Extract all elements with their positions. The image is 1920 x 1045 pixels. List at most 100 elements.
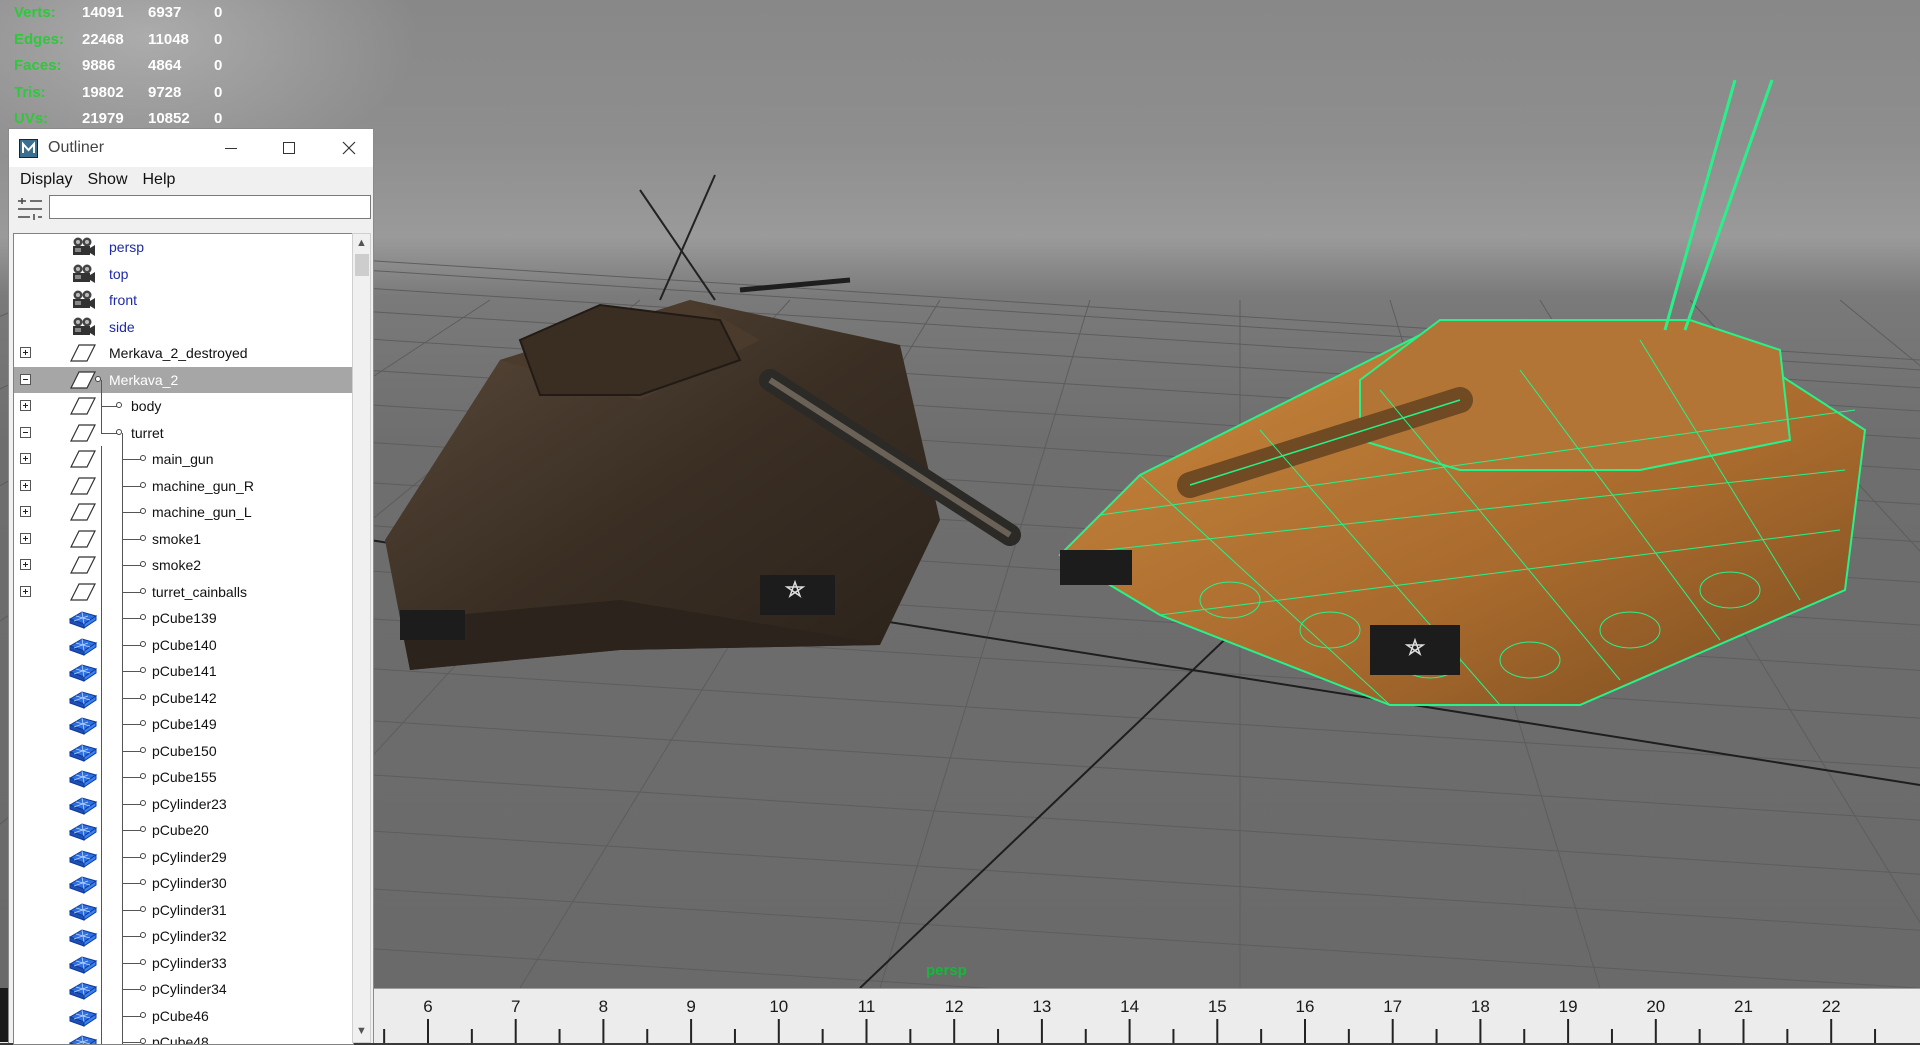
filter-options-icon[interactable] xyxy=(16,196,44,222)
joint-dot xyxy=(140,905,146,912)
outliner-node-row[interactable]: pCube46 xyxy=(14,1002,353,1029)
merkava-2-model[interactable] xyxy=(1058,79,1867,706)
outliner-node-row[interactable]: pCube155 xyxy=(14,764,353,791)
outliner-camera-row[interactable]: front xyxy=(14,287,353,314)
outliner-item-label: pCube48 xyxy=(152,1034,209,1045)
collapse-minus-icon[interactable] xyxy=(20,373,31,385)
hud-row: Verts: 14091 6937 0 xyxy=(14,0,244,27)
outliner-node-row[interactable]: pCylinder31 xyxy=(14,896,353,923)
expand-plus-icon[interactable] xyxy=(20,506,31,517)
minimize-button[interactable] xyxy=(201,129,261,167)
outliner-node-row[interactable]: pCube149 xyxy=(14,711,353,738)
outliner-item-label: smoke1 xyxy=(152,530,202,547)
frame-number: 22 xyxy=(1821,997,1841,1016)
outliner-node-row[interactable]: Merkava_2_destroyed xyxy=(14,340,353,367)
outliner-node-row[interactable]: pCube150 xyxy=(14,737,353,764)
outliner-node-row[interactable]: machine_gun_L xyxy=(14,499,353,526)
menu-show[interactable]: Show xyxy=(78,167,133,189)
expand-plus-icon[interactable] xyxy=(20,532,31,544)
expand-plus-icon[interactable] xyxy=(20,453,31,464)
hud-selected-count: 9728 xyxy=(148,83,182,101)
joint-dot xyxy=(140,1011,146,1018)
expander-bar xyxy=(25,562,26,567)
outliner-node-row[interactable]: machine_gun_R xyxy=(14,472,353,499)
scroll-thumb[interactable] xyxy=(355,254,369,276)
tree-guide-line xyxy=(101,605,102,632)
tree-guide-line xyxy=(101,499,102,526)
tree-guide-line xyxy=(122,485,142,487)
outliner-node-row[interactable]: pCylinder33 xyxy=(14,949,353,976)
joint-dot xyxy=(140,667,146,673)
outliner-node-row[interactable]: turret_cainballs xyxy=(14,578,353,605)
outliner-item-label: pCylinder31 xyxy=(152,901,227,918)
joint-dot xyxy=(140,746,146,753)
scroll-up-icon[interactable]: ▲ xyxy=(356,237,367,249)
joint-dot xyxy=(140,640,146,647)
menu-help[interactable]: Help xyxy=(134,167,182,189)
tree-guide-line xyxy=(101,843,102,870)
outliner-node-row[interactable]: pCylinder29 xyxy=(14,843,353,870)
joint-dot xyxy=(140,826,146,832)
grid-line xyxy=(1839,299,1920,367)
outliner-camera-row[interactable]: top xyxy=(14,261,353,288)
tree-guide-line xyxy=(122,883,142,884)
close-button[interactable] xyxy=(319,129,379,167)
expand-plus-icon[interactable] xyxy=(20,479,31,491)
outliner-item-label: pCylinder33 xyxy=(152,954,227,971)
frame-number: 21 xyxy=(1734,997,1753,1016)
expand-plus-icon[interactable] xyxy=(20,400,31,411)
collapse-minus-icon[interactable] xyxy=(20,426,31,438)
expander-bar xyxy=(25,456,26,461)
expand-plus-icon[interactable] xyxy=(20,585,31,597)
outliner-tree[interactable]: persp top front side Merkava_2_destroyed Merk… xyxy=(13,233,354,1045)
tree-guide-line xyxy=(122,512,142,513)
outliner-camera-row[interactable]: side xyxy=(14,314,353,341)
expand-plus-icon[interactable] xyxy=(20,559,31,570)
outliner-node-row[interactable]: pCylinder32 xyxy=(14,923,353,950)
expander-bar xyxy=(25,482,26,488)
hud-row: Tris: 19802 9728 0 xyxy=(14,80,244,107)
outliner-camera-row[interactable]: persp xyxy=(14,234,353,261)
outliner-node-row[interactable]: body xyxy=(14,393,353,420)
outliner-node-row[interactable]: main_gun xyxy=(14,446,353,473)
frame-number: 7 xyxy=(510,997,521,1016)
frame-number: 13 xyxy=(1032,997,1052,1016)
outliner-node-row[interactable]: pCube139 xyxy=(14,605,353,632)
outliner-node-row[interactable]: smoke2 xyxy=(14,552,353,579)
frame-number: 8 xyxy=(598,997,609,1016)
outliner-item-label: pCube149 xyxy=(152,716,217,732)
outliner-node-row[interactable]: pCube140 xyxy=(14,631,353,658)
outliner-node-row[interactable]: pCylinder34 xyxy=(14,976,353,1003)
frame-number: 6 xyxy=(423,997,433,1016)
outliner-node-row[interactable]: Merkava_2 xyxy=(14,366,353,393)
outliner-item-label: Merkava_2_destroyed xyxy=(109,345,248,361)
joint-dot xyxy=(140,852,146,859)
grid-line xyxy=(359,667,1920,769)
scroll-down-icon[interactable]: ▼ xyxy=(356,1025,367,1037)
outliner-titlebar[interactable]: Outliner xyxy=(9,129,373,167)
tree-guide-line xyxy=(122,432,123,446)
outliner-node-row[interactable]: pCube141 xyxy=(14,658,353,685)
joint-dot xyxy=(140,879,146,885)
merkava-destroyed-model[interactable] xyxy=(385,174,1021,670)
expand-plus-icon[interactable] xyxy=(20,347,31,358)
transform-icon xyxy=(70,450,96,468)
outliner-node-row[interactable]: pCylinder23 xyxy=(14,790,353,817)
outliner-node-row[interactable]: pCube20 xyxy=(14,817,353,844)
outliner-scrollbar[interactable]: ▲ ▼ xyxy=(352,233,371,1043)
hud-scene-count: 19802 xyxy=(82,83,124,101)
camera-icon xyxy=(73,264,95,283)
hud-stat-label: Faces: xyxy=(14,57,62,74)
outliner-filter-field[interactable] xyxy=(49,195,371,219)
expander-bar xyxy=(25,350,26,355)
outliner-window[interactable]: Outliner Display Show Help persp top front si… xyxy=(8,128,374,1045)
hud-row: Edges: 22468 11048 0 xyxy=(14,27,244,54)
outliner-node-row[interactable]: pCylinder30 xyxy=(14,870,353,897)
hud-other-count: 0 xyxy=(214,57,223,74)
outliner-node-row[interactable]: smoke1 xyxy=(14,525,353,552)
menu-display[interactable]: Display xyxy=(11,167,78,189)
outliner-node-row[interactable]: turret xyxy=(14,419,353,446)
maximize-button[interactable] xyxy=(259,129,319,167)
outliner-node-row[interactable]: pCube48 xyxy=(14,1029,353,1045)
outliner-node-row[interactable]: pCube142 xyxy=(14,684,353,711)
